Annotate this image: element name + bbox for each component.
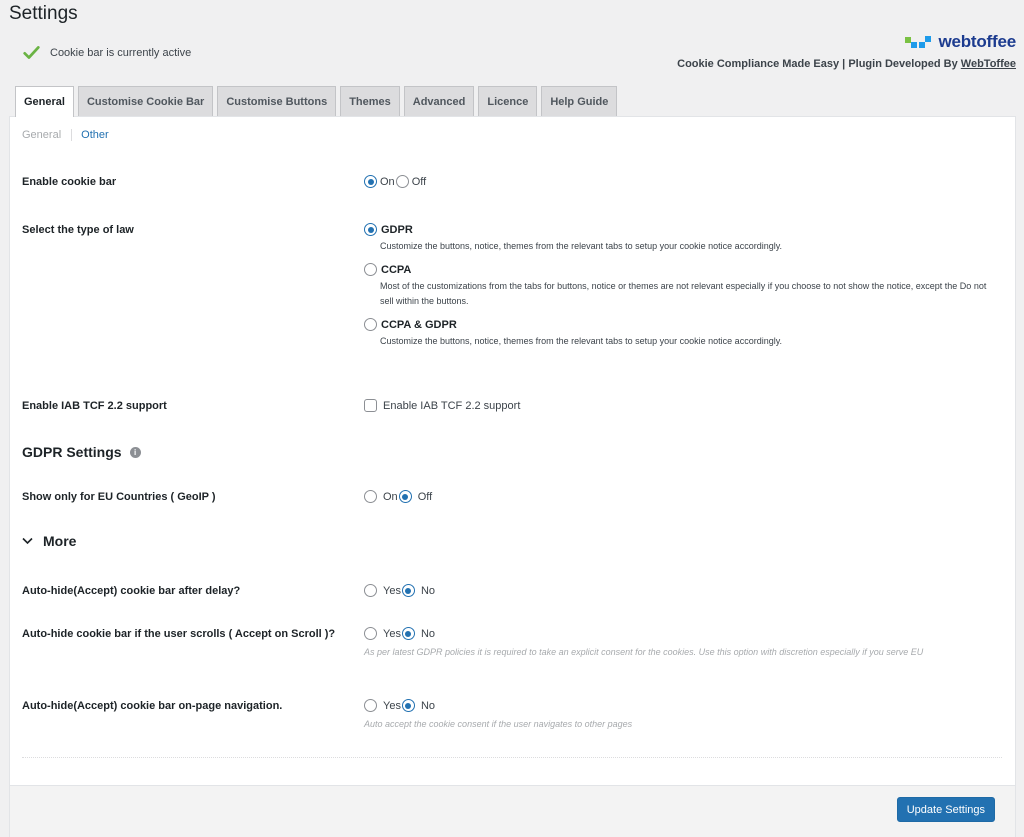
more-toggle[interactable]: More [22,533,1002,549]
enable-cookie-bar-label: Enable cookie bar [22,176,117,188]
auto-hide-delay-yes-label[interactable]: Yes [383,585,401,597]
law-option-ccpa-gdpr: CCPA & GDPR Customize the buttons, notic… [364,318,994,349]
law-ccpa-gdpr-label[interactable]: CCPA & GDPR [381,319,457,331]
auto-hide-navigation-no-radio[interactable] [401,699,415,712]
tab-general[interactable]: General [15,86,74,117]
law-gdpr-label[interactable]: GDPR [381,224,413,236]
webtoffee-link[interactable]: WebToffee [961,58,1016,70]
law-gdpr-radio[interactable] [364,223,377,236]
logo-text: webtoffee [938,32,1016,51]
section-divider [22,757,1002,758]
eu-only-label: Show only for EU Countries ( GeoIP ) [22,491,216,503]
tab-help-guide[interactable]: Help Guide [541,86,618,116]
webtoffee-logo: webtoffee [677,33,1016,51]
law-ccpa-label[interactable]: CCPA [381,264,411,276]
auto-hide-delay-yes-radio[interactable] [364,584,377,597]
eu-only-off-label[interactable]: Off [418,491,432,503]
logo-mark-icon [905,34,935,50]
gdpr-settings-heading: GDPR Settings i [22,444,1002,460]
auto-hide-scroll-yes-label[interactable]: Yes [383,628,401,640]
cookie-bar-status: Cookie bar is currently active [23,44,191,61]
chevron-down-icon [22,537,33,545]
auto-hide-scroll-label: Auto-hide cookie bar if the user scrolls… [22,628,336,640]
iab-tcf-checkbox[interactable] [364,399,377,412]
cookie-bar-on-radio[interactable] [364,175,377,188]
cookie-bar-off-label[interactable]: Off [412,176,426,188]
law-option-gdpr: GDPR Customize the buttons, notice, them… [364,223,994,254]
law-ccpa-radio[interactable] [364,263,377,276]
more-row: More [22,533,1002,549]
tab-licence[interactable]: Licence [478,86,538,116]
auto-hide-delay-no-label[interactable]: No [421,585,435,597]
auto-hide-navigation-yes-label[interactable]: Yes [383,700,401,712]
settings-tabs: General Customise Cookie Bar Customise B… [15,86,618,117]
law-type-label: Select the type of law [22,224,134,236]
info-icon[interactable]: i [129,446,141,458]
auto-hide-navigation-no-label[interactable]: No [421,700,435,712]
subnav-other[interactable]: Other [72,129,109,141]
brand-block: webtoffee Cookie Compliance Made Easy | … [677,33,1016,71]
gdpr-settings-title: GDPR Settings [22,444,122,460]
tab-customise-buttons[interactable]: Customise Buttons [217,86,337,116]
auto-hide-navigation-note: Auto accept the cookie consent if the us… [364,719,633,729]
auto-hide-scroll-yes-radio[interactable] [364,627,377,640]
status-text: Cookie bar is currently active [50,46,192,59]
eu-only-on-label[interactable]: On [383,491,398,503]
auto-hide-scroll-no-radio[interactable] [401,627,415,640]
settings-panel: General Other Enable cookie bar On Off S… [9,116,1016,786]
page-title: Settings [9,3,78,24]
law-option-ccpa: CCPA Most of the customizations from the… [364,263,994,309]
auto-hide-delay-no-radio[interactable] [401,584,415,597]
tab-themes[interactable]: Themes [340,86,400,116]
eu-only-on-radio[interactable] [364,490,377,503]
law-ccpa-gdpr-description: Customize the buttons, notice, themes fr… [380,336,783,346]
law-ccpa-description: Most of the customizations from the tabs… [380,281,987,306]
cookie-bar-off-radio[interactable] [395,175,409,188]
subnav-general[interactable]: General [22,129,73,141]
auto-hide-delay-label: Auto-hide(Accept) cookie bar after delay… [22,585,241,597]
iab-tcf-checkbox-label[interactable]: Enable IAB TCF 2.2 support [383,400,520,412]
auto-hide-navigation-label: Auto-hide(Accept) cookie bar on-page nav… [22,700,283,712]
brand-tagline: Cookie Compliance Made Easy | Plugin Dev… [677,58,1016,70]
gdpr-settings-heading-row: GDPR Settings i [22,444,1002,460]
checkmark-icon [23,46,40,59]
cookie-bar-on-label[interactable]: On [380,176,395,188]
tab-customise-cookie-bar[interactable]: Customise Cookie Bar [77,86,214,116]
update-settings-button[interactable]: Update Settings [896,797,995,822]
iab-tcf-label: Enable IAB TCF 2.2 support [22,400,167,412]
auto-hide-scroll-no-label[interactable]: No [421,628,435,640]
tab-advanced[interactable]: Advanced [403,86,475,116]
law-gdpr-description: Customize the buttons, notice, themes fr… [380,241,783,251]
law-ccpa-gdpr-radio[interactable] [364,318,377,331]
eu-only-off-radio[interactable] [398,490,412,503]
settings-footer: Update Settings [9,786,1016,837]
auto-hide-scroll-note: As per latest GDPR policies it is requir… [364,647,924,657]
sub-navigation: General Other [22,129,109,141]
more-label: More [43,533,77,549]
tagline-text: Cookie Compliance Made Easy | Plugin Dev… [677,58,961,70]
auto-hide-navigation-yes-radio[interactable] [364,699,377,712]
